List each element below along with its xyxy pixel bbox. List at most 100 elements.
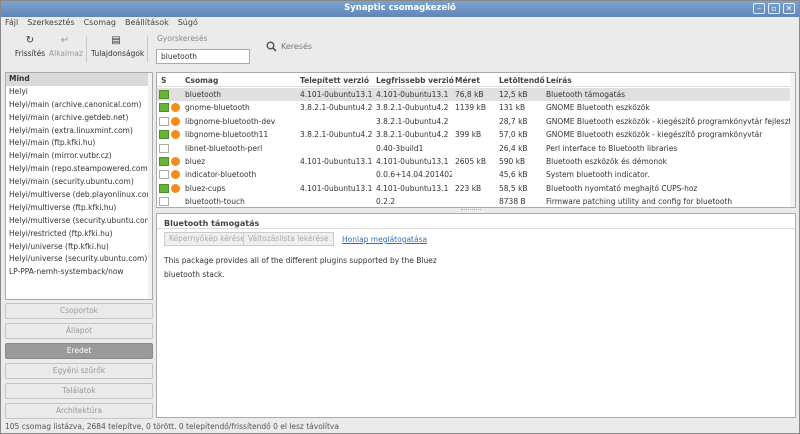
installed-version-cell: 4.101-0ubuntu13.1 — [300, 157, 373, 166]
source-item[interactable]: Helyi/restricted (ftp.kfki.hu) — [6, 228, 152, 241]
supported-icon — [171, 157, 180, 166]
table-row[interactable]: libgnome-bluetooth11 3.8.2.1-0ubuntu4.2 3.… — [157, 128, 795, 141]
source-item[interactable]: Helyi — [6, 86, 152, 99]
installed-version-cell: 4.101-0ubuntu13.1 — [300, 90, 373, 99]
col-size[interactable]: Méret — [455, 76, 480, 85]
source-item[interactable]: Helyi/universe (security.ubuntu.com) — [6, 253, 152, 266]
source-item[interactable]: Helyi/main (mirror.vutbr.cz) — [6, 150, 152, 163]
source-list: Mind Helyi Helyi/main (archive.canonical… — [5, 72, 153, 300]
synaptic-window: Synaptic csomagkezelő – ▫ ✕ Fájl Szerkes… — [0, 0, 800, 434]
source-item[interactable]: Helyi/main (extra.linuxmint.com) — [6, 125, 152, 138]
source-item[interactable]: Helyi/main (archive.getdeb.net) — [6, 112, 152, 125]
download-size-cell: 57,0 kB — [499, 130, 528, 140]
package-status-checkbox[interactable] — [159, 90, 169, 99]
col-package[interactable]: Csomag — [185, 76, 218, 85]
source-item[interactable]: Helyi/main (ftp.kfki.hu) — [6, 137, 152, 150]
search-button[interactable]: Keresés — [266, 41, 312, 52]
get-changelog-button[interactable]: Változáslista lekérése — [243, 232, 334, 246]
document-icon: ▤ — [111, 35, 121, 46]
table-row[interactable]: indicator-bluetooth 0.0.6+14.04.20140207 4… — [157, 168, 795, 181]
architecture-filter-button[interactable]: Architektúra — [5, 403, 153, 419]
custom-filters-button[interactable]: Egyéni szűrők — [5, 363, 153, 379]
col-description[interactable]: Leírás — [546, 76, 572, 85]
source-item[interactable]: LP-PPA-nemh-systemback/now — [6, 266, 152, 279]
description-cell: Bluetooth nyomtató meghajtó CUPS-hoz — [546, 183, 698, 193]
origin-filter-button[interactable]: Eredet — [5, 343, 153, 359]
minimize-button[interactable]: – — [753, 3, 765, 14]
size-cell: 399 kB — [455, 130, 482, 140]
package-name-cell: bluez-cups — [185, 183, 226, 193]
source-item[interactable]: Helyi/universe (ftp.kfki.hu) — [6, 241, 152, 254]
details-pane: Bluetooth támogatás Képernyőkép kérése V… — [156, 213, 796, 418]
package-status-checkbox[interactable] — [159, 157, 169, 166]
table-row[interactable]: bluetooth 4.101-0ubuntu13.1 4.101-0ubuntu1… — [157, 88, 795, 102]
package-status-checkbox[interactable] — [159, 143, 169, 153]
menu-help[interactable]: Súgó — [178, 17, 198, 30]
menu-edit[interactable]: Szerkesztés — [27, 17, 74, 30]
download-size-cell: 8738 B — [499, 197, 526, 207]
status-filter-button[interactable]: Állapot — [5, 323, 153, 339]
package-table: S Csomag Telepített verzió Legfrissebb v… — [156, 72, 796, 208]
package-name-cell: bluetooth — [185, 90, 222, 99]
groups-filter-button[interactable]: Csoportok — [5, 303, 153, 319]
pane-splitter-handle[interactable] — [461, 209, 481, 211]
apply-icon: ↵ — [60, 35, 70, 46]
apply-button[interactable]: ↵ Alkalmaz — [49, 35, 83, 58]
package-status-checkbox[interactable] — [159, 103, 169, 113]
table-row[interactable]: bluez-cups 4.101-0ubuntu13.1 4.101-0ubuntu… — [157, 182, 795, 195]
package-name-cell: libnet-bluetooth-perl — [185, 143, 263, 153]
package-status-checkbox[interactable] — [159, 183, 169, 193]
refresh-button[interactable]: ↻ Frissítés — [13, 35, 47, 58]
source-item[interactable]: Helyi/multiverse (deb.playonlinux.com) — [6, 189, 152, 202]
package-status-checkbox[interactable] — [159, 116, 169, 126]
package-status-checkbox[interactable] — [159, 170, 169, 180]
search-results-button[interactable]: Találatok — [5, 383, 153, 399]
download-size-cell: 26,4 kB — [499, 143, 528, 153]
table-scrollbar[interactable] — [790, 73, 795, 207]
size-cell: 2605 kB — [455, 157, 486, 166]
source-item[interactable]: Helyi/main (security.ubuntu.com) — [6, 176, 152, 189]
download-size-cell: 131 kB — [499, 103, 526, 113]
package-status-checkbox[interactable] — [159, 197, 169, 207]
homepage-link[interactable]: Honlap meglátogatása — [342, 235, 427, 244]
table-row[interactable]: gnome-bluetooth 3.8.2.1-0ubuntu4.2 3.8.2.1… — [157, 101, 795, 114]
maximize-button[interactable]: ▫ — [768, 3, 780, 14]
table-row[interactable]: libgnome-bluetooth-dev 3.8.2.1-0ubuntu4.2… — [157, 115, 795, 128]
table-row[interactable]: libnet-bluetooth-perl 0.40-3build1 26,4 kB… — [157, 142, 795, 155]
quick-search-input[interactable]: bluetooth — [156, 49, 250, 64]
description-cell: Bluetooth eszközök és démonok — [546, 157, 668, 166]
description-cell: Perl interface to Bluetooth libraries — [546, 143, 678, 153]
table-row[interactable]: bluetooth-touch 0.2.2 8738 B Firmware patch… — [157, 195, 795, 207]
source-item[interactable]: Helyi/multiverse (ftp.kfki.hu) — [6, 202, 152, 215]
download-size-cell: 12,5 kB — [499, 90, 528, 99]
menu-package[interactable]: Csomag — [84, 17, 116, 30]
description-cell: Bluetooth támogatás — [546, 90, 626, 99]
source-item[interactable]: Helyi/main (repo.steampowered.com) — [6, 163, 152, 176]
source-item[interactable]: Helyi/multiverse (security.ubuntu.com) — [6, 215, 152, 228]
col-status[interactable]: S — [161, 76, 166, 85]
description-cell: GNOME Bluetooth eszközök - kiegészítő pr… — [546, 130, 763, 140]
details-title: Bluetooth támogatás — [164, 219, 260, 228]
menu-file[interactable]: Fájl — [5, 17, 18, 30]
package-name-cell: bluez — [185, 157, 206, 166]
get-screenshot-button[interactable]: Képernyőkép kérése — [164, 232, 250, 246]
source-item[interactable]: Mind — [6, 73, 152, 86]
size-cell: 223 kB — [455, 183, 482, 193]
latest-version-cell: 3.8.2.1-0ubuntu4.2 — [376, 116, 449, 126]
source-list-scrollbar[interactable] — [148, 73, 152, 299]
col-download[interactable]: Letöltendő — [499, 76, 545, 85]
quick-search-label: Gyorskeresés — [157, 34, 208, 43]
package-description: This package provides all of the differe… — [164, 256, 437, 279]
latest-version-cell: 0.0.6+14.04.20140207 — [376, 170, 452, 180]
close-button[interactable]: ✕ — [783, 3, 795, 14]
col-latest[interactable]: Legfrissebb verzió — [376, 76, 454, 85]
menu-settings[interactable]: Beállítások — [125, 17, 169, 30]
latest-version-cell: 0.40-3build1 — [376, 143, 424, 153]
properties-button[interactable]: ▤ Tulajdonságok — [91, 35, 144, 58]
package-status-checkbox[interactable] — [159, 130, 169, 140]
col-installed[interactable]: Telepített verzió — [300, 76, 369, 85]
status-bar: 105 csomag listázva, 2684 telepítve, 0 t… — [5, 422, 339, 431]
window-title: Synaptic csomagkezelő — [344, 3, 456, 13]
source-item[interactable]: Helyi/main (archive.canonical.com) — [6, 99, 152, 112]
table-row[interactable]: bluez 4.101-0ubuntu13.1 4.101-0ubuntu13.1 2… — [157, 155, 795, 168]
